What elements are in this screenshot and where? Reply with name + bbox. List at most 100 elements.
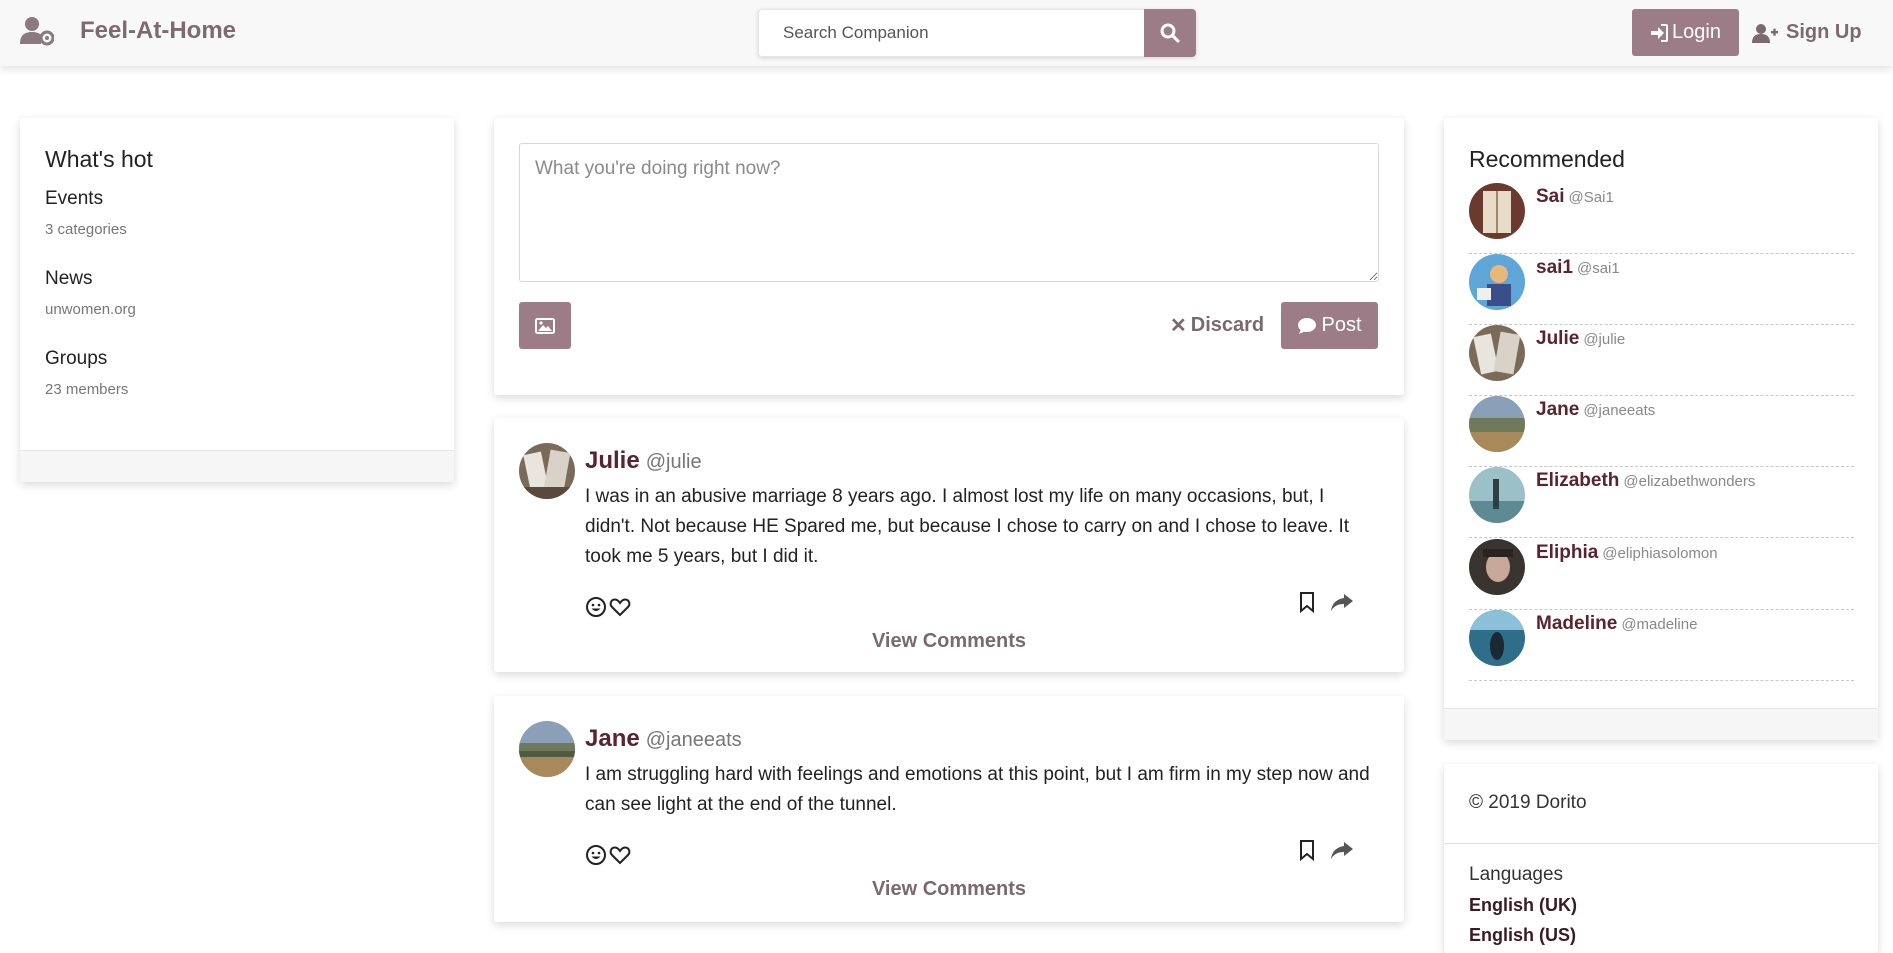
post-author[interactable]: Jane @janeeats bbox=[585, 725, 742, 753]
user-handle: @eliphiasolomon bbox=[1602, 545, 1718, 562]
post-button[interactable]: Post bbox=[1281, 302, 1378, 349]
recommended-user-name[interactable]: sai1 @sai1 bbox=[1536, 257, 1620, 279]
recommended-user[interactable]: Jane @janeeats bbox=[1469, 396, 1854, 467]
reaction-bar bbox=[585, 844, 631, 866]
feed-post: Julie @julie I was in an abusive marriage… bbox=[494, 418, 1404, 672]
avatar[interactable] bbox=[519, 443, 575, 499]
user-name[interactable]: sai1 bbox=[1536, 257, 1573, 278]
bookmark-icon[interactable] bbox=[1298, 839, 1316, 861]
post-actions bbox=[1298, 591, 1354, 613]
avatar[interactable] bbox=[519, 721, 575, 777]
recommended-user-name[interactable]: Madeline @madeline bbox=[1536, 613, 1697, 635]
avatar[interactable] bbox=[1469, 325, 1525, 381]
recommended-user[interactable]: Elizabeth @elizabethwonders bbox=[1469, 467, 1854, 538]
avatar[interactable] bbox=[1469, 539, 1525, 595]
hot-item-title[interactable]: News bbox=[45, 268, 93, 290]
post-text: I was in an abusive marriage 8 years ago… bbox=[585, 486, 1350, 567]
feed-post: Jane @janeeats I am struggling hard with … bbox=[494, 696, 1404, 922]
avatar[interactable] bbox=[1469, 183, 1525, 239]
user-name[interactable]: Elizabeth bbox=[1536, 470, 1619, 491]
recommended-user-name[interactable]: Elizabeth @elizabethwonders bbox=[1536, 470, 1755, 492]
heart-icon[interactable] bbox=[609, 596, 631, 618]
avatar[interactable] bbox=[1469, 610, 1525, 666]
user-name[interactable]: Madeline bbox=[1536, 613, 1617, 634]
comment-icon bbox=[1298, 317, 1317, 334]
smile-icon[interactable] bbox=[585, 596, 607, 618]
post-label: Post bbox=[1321, 314, 1362, 336]
recommended-user-name[interactable]: Julie @julie bbox=[1536, 328, 1625, 350]
whats-hot-card: What's hot Events 3 categories News unwo… bbox=[20, 118, 454, 482]
recommended-user[interactable]: Sai @Sai1 bbox=[1469, 183, 1854, 254]
post-author-handle: @janeeats bbox=[645, 729, 742, 751]
top-navbar: Feel-At-Home Login Sign Up bbox=[0, 0, 1893, 66]
login-button[interactable]: Login bbox=[1632, 9, 1739, 56]
user-name[interactable]: Sai bbox=[1536, 186, 1565, 207]
card-footer bbox=[20, 450, 454, 482]
post-author-name[interactable]: Julie bbox=[585, 447, 640, 474]
view-comments-link[interactable]: View Comments bbox=[494, 878, 1404, 901]
smile-icon[interactable] bbox=[585, 844, 607, 866]
recommended-title: Recommended bbox=[1469, 146, 1625, 172]
share-icon[interactable] bbox=[1330, 591, 1354, 613]
times-icon: ✕ bbox=[1170, 315, 1187, 337]
user-handle: @Sai1 bbox=[1568, 189, 1614, 206]
user-name[interactable]: Jane bbox=[1536, 399, 1579, 420]
search-button[interactable] bbox=[1144, 9, 1196, 57]
discard-button[interactable]: ✕ Discard bbox=[1170, 302, 1264, 349]
user-handle: @janeeats bbox=[1583, 402, 1656, 419]
brand-name[interactable]: Feel-At-Home bbox=[80, 17, 236, 45]
copyright: © 2019 Dorito bbox=[1469, 792, 1587, 813]
reaction-bar bbox=[585, 596, 631, 618]
hot-item-subtitle: 23 members bbox=[45, 381, 129, 398]
search-icon bbox=[1160, 23, 1180, 43]
search-input[interactable] bbox=[758, 9, 1144, 57]
whats-hot-title: What's hot bbox=[45, 146, 153, 172]
signup-label: Sign Up bbox=[1786, 21, 1862, 43]
recommended-user[interactable]: Madeline @madeline bbox=[1469, 610, 1854, 681]
language-link[interactable]: English (US) bbox=[1469, 925, 1576, 946]
brand[interactable]: Feel-At-Home bbox=[20, 16, 236, 46]
post-author[interactable]: Julie @julie bbox=[585, 447, 702, 475]
post-text: I am struggling hard with feelings and e… bbox=[585, 764, 1370, 815]
avatar[interactable] bbox=[1469, 254, 1525, 310]
user-cog-icon bbox=[20, 17, 54, 46]
recommended-user-name[interactable]: Eliphia @eliphiasolomon bbox=[1536, 542, 1718, 564]
discard-label: Discard bbox=[1190, 314, 1265, 336]
status-textarea[interactable] bbox=[519, 143, 1379, 282]
recommended-user[interactable]: sai1 @sai1 bbox=[1469, 254, 1854, 325]
user-name[interactable]: Eliphia bbox=[1536, 542, 1598, 563]
user-handle: @sai1 bbox=[1576, 260, 1620, 277]
hot-item-title[interactable]: Groups bbox=[45, 348, 107, 370]
avatar[interactable] bbox=[1469, 396, 1525, 452]
view-comments-link[interactable]: View Comments bbox=[494, 630, 1404, 653]
recommended-user[interactable]: Eliphia @eliphiasolomon bbox=[1469, 539, 1854, 610]
user-plus-icon bbox=[1752, 23, 1778, 43]
heart-icon[interactable] bbox=[609, 844, 631, 866]
add-image-button[interactable] bbox=[519, 302, 571, 349]
image-icon bbox=[535, 317, 555, 334]
footer-card: © 2019 Dorito Languages English (UK) Eng… bbox=[1444, 764, 1878, 953]
hot-item-subtitle: unwomen.org bbox=[45, 301, 136, 318]
post-author-name[interactable]: Jane bbox=[585, 725, 640, 752]
sign-in-icon bbox=[1651, 23, 1669, 42]
signup-link[interactable]: Sign Up bbox=[1752, 9, 1862, 56]
share-icon[interactable] bbox=[1330, 839, 1354, 861]
user-handle: @julie bbox=[1583, 331, 1626, 348]
divider bbox=[1444, 843, 1878, 844]
login-label: Login bbox=[1672, 21, 1721, 43]
post-composer bbox=[494, 118, 1404, 395]
user-handle: @madeline bbox=[1621, 616, 1698, 633]
hot-item-title[interactable]: Events bbox=[45, 188, 103, 210]
recommended-user-name[interactable]: Jane @janeeats bbox=[1536, 399, 1655, 421]
user-handle: @elizabethwonders bbox=[1623, 473, 1756, 490]
post-author-handle: @julie bbox=[645, 451, 702, 473]
search-bar bbox=[758, 9, 1196, 57]
bookmark-icon[interactable] bbox=[1298, 591, 1316, 613]
recommended-user-name[interactable]: Sai @Sai1 bbox=[1536, 186, 1614, 208]
post-actions bbox=[1298, 839, 1354, 861]
user-name[interactable]: Julie bbox=[1536, 328, 1579, 349]
language-link[interactable]: English (UK) bbox=[1469, 895, 1577, 916]
recommended-user[interactable]: Julie @julie bbox=[1469, 325, 1854, 396]
avatar[interactable] bbox=[1469, 467, 1525, 523]
card-footer bbox=[1444, 708, 1878, 740]
